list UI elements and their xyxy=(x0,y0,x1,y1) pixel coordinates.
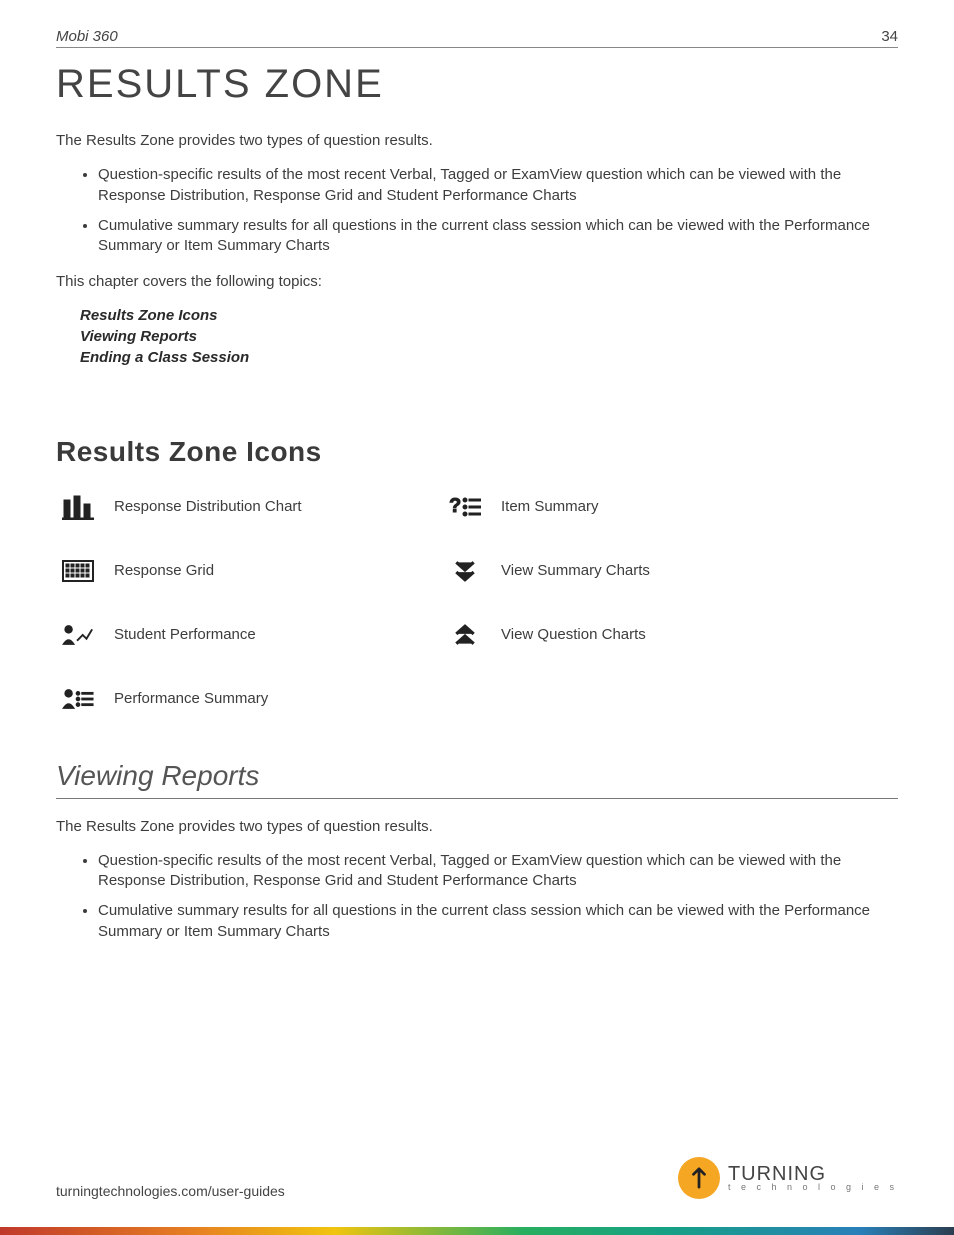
label-view-summary-charts: View Summary Charts xyxy=(501,562,816,579)
footer-url: turningtechnologies.com/user-guides xyxy=(56,1183,285,1199)
double-chevron-up-icon xyxy=(443,620,487,650)
page-title: RESULTS ZONE xyxy=(56,62,898,107)
intro-paragraph-2: The Results Zone provides two types of q… xyxy=(56,817,898,837)
brand-text: TURNING t e c h n o l o g i e s xyxy=(728,1165,898,1191)
section-heading-viewing-reports: Viewing Reports xyxy=(56,760,898,799)
page-root: Mobi 360 34 RESULTS ZONE The Results Zon… xyxy=(0,0,954,1235)
grid-icon xyxy=(56,556,100,586)
brand-mark-icon xyxy=(678,1157,720,1199)
label-response-distribution: Response Distribution Chart xyxy=(114,498,429,515)
label-performance-summary: Performance Summary xyxy=(114,690,429,707)
topic-link-results-zone-icons[interactable]: Results Zone Icons xyxy=(80,307,898,324)
section-heading-icons: Results Zone Icons xyxy=(56,436,898,468)
bullet-item: Question-specific results of the most re… xyxy=(98,851,898,892)
label-item-summary: Item Summary xyxy=(501,498,816,515)
running-header: Mobi 360 34 xyxy=(56,28,898,48)
intro-paragraph-1: The Results Zone provides two types of q… xyxy=(56,131,898,151)
bullet-item: Cumulative summary results for all quest… xyxy=(98,216,898,257)
svg-text:?: ? xyxy=(449,495,461,517)
icon-table: Response Distribution Chart ? Item Summa… xyxy=(56,492,816,714)
brand-logo: TURNING t e c h n o l o g i e s xyxy=(678,1157,898,1199)
bullet-item: Question-specific results of the most re… xyxy=(98,165,898,206)
header-product: Mobi 360 xyxy=(56,28,118,45)
label-response-grid: Response Grid xyxy=(114,562,429,579)
intro-bullets-2: Question-specific results of the most re… xyxy=(56,851,898,942)
page-footer: turningtechnologies.com/user-guides TURN… xyxy=(56,1157,898,1199)
intro-bullets-1: Question-specific results of the most re… xyxy=(56,165,898,256)
label-view-question-charts: View Question Charts xyxy=(501,626,816,643)
bar-chart-icon xyxy=(56,492,100,522)
bullet-item: Cumulative summary results for all quest… xyxy=(98,901,898,942)
topic-link-ending-class-session[interactable]: Ending a Class Session xyxy=(80,349,898,366)
header-page-number: 34 xyxy=(881,28,898,45)
topics-list: Results Zone Icons Viewing Reports Endin… xyxy=(80,307,898,366)
label-student-performance: Student Performance xyxy=(114,626,429,643)
topics-intro: This chapter covers the following topics… xyxy=(56,272,898,292)
brand-line1: TURNING xyxy=(728,1165,898,1183)
person-list-icon xyxy=(56,684,100,714)
topic-link-viewing-reports[interactable]: Viewing Reports xyxy=(80,328,898,345)
person-trend-icon xyxy=(56,620,100,650)
footer-color-bar xyxy=(0,1227,954,1235)
brand-line2: t e c h n o l o g i e s xyxy=(728,1183,898,1191)
question-list-icon: ? xyxy=(443,492,487,522)
double-chevron-down-icon xyxy=(443,556,487,586)
